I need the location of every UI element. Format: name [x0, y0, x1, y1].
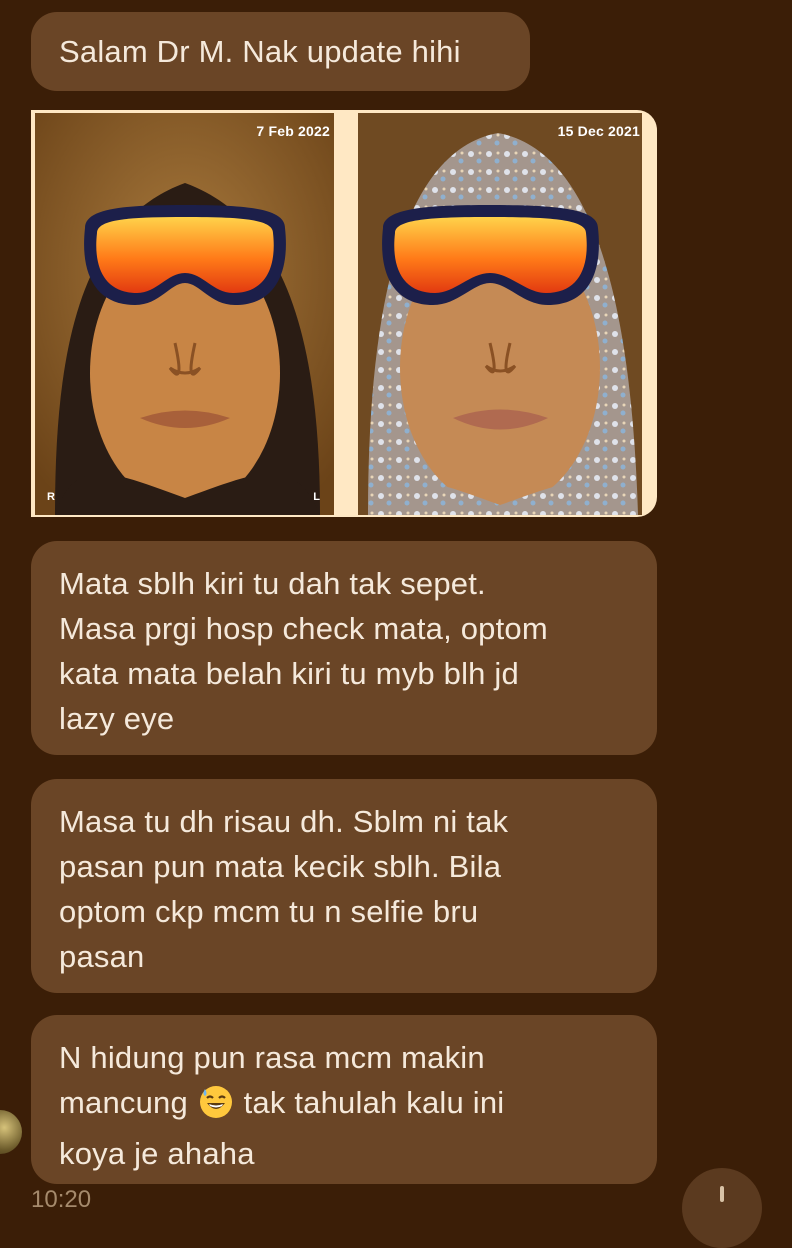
- message-bubble-nose[interactable]: N hidung pun rasa mcm makin mancung tak …: [31, 1015, 657, 1184]
- before-photo: 7 Feb 2022 R L: [35, 113, 334, 515]
- message-text: optom ckp mcm tu n selfie bru: [59, 894, 479, 929]
- message-bubble-eye[interactable]: Mata sblh kiri tu dah tak sepet. Masa pr…: [31, 541, 657, 755]
- message-bubble-greeting[interactable]: Salam Dr M. Nak update hihi: [31, 12, 530, 91]
- message-text: N hidung pun rasa mcm makin: [59, 1040, 485, 1075]
- message-bubble-worry[interactable]: Masa tu dh risau dh. Sblm ni tak pasan p…: [31, 779, 657, 993]
- face-photo-left: [35, 113, 334, 515]
- photo-attachment[interactable]: 7 Feb 2022 R L 15 Dec 2021: [31, 110, 657, 517]
- avatar[interactable]: [0, 1110, 22, 1154]
- message-text: Salam Dr M. Nak update hihi: [59, 34, 461, 69]
- message-text: tak tahulah kalu ini: [243, 1085, 505, 1120]
- message-text: Mata sblh kiri tu dah tak sepet.: [59, 566, 486, 601]
- message-text: pasan: [59, 939, 145, 974]
- scroll-down-button[interactable]: [682, 1168, 762, 1248]
- side-marker-l: L: [313, 491, 320, 503]
- face-photo-right: [358, 113, 642, 515]
- sweat-smile-emoji: [199, 1085, 233, 1131]
- photo-date-left: 7 Feb 2022: [256, 123, 330, 139]
- message-text: mancung: [59, 1085, 188, 1120]
- photo-date-right: 15 Dec 2021: [557, 123, 640, 139]
- message-text: Masa tu dh risau dh. Sblm ni tak: [59, 804, 509, 839]
- message-text: Masa prgi hosp check mata, optom: [59, 611, 548, 646]
- message-timestamp: 10:20: [31, 1186, 92, 1213]
- message-text: kata mata belah kiri tu myb blh jd: [59, 656, 519, 691]
- message-text: koya je ahaha: [59, 1136, 255, 1171]
- side-marker-r: R: [47, 491, 55, 503]
- message-text: pasan pun mata kecik sblh. Bila: [59, 849, 502, 884]
- message-text-line: mancung tak tahulah kalu ini: [59, 1080, 629, 1131]
- message-text: lazy eye: [59, 701, 175, 736]
- after-photo: 15 Dec 2021: [358, 113, 642, 515]
